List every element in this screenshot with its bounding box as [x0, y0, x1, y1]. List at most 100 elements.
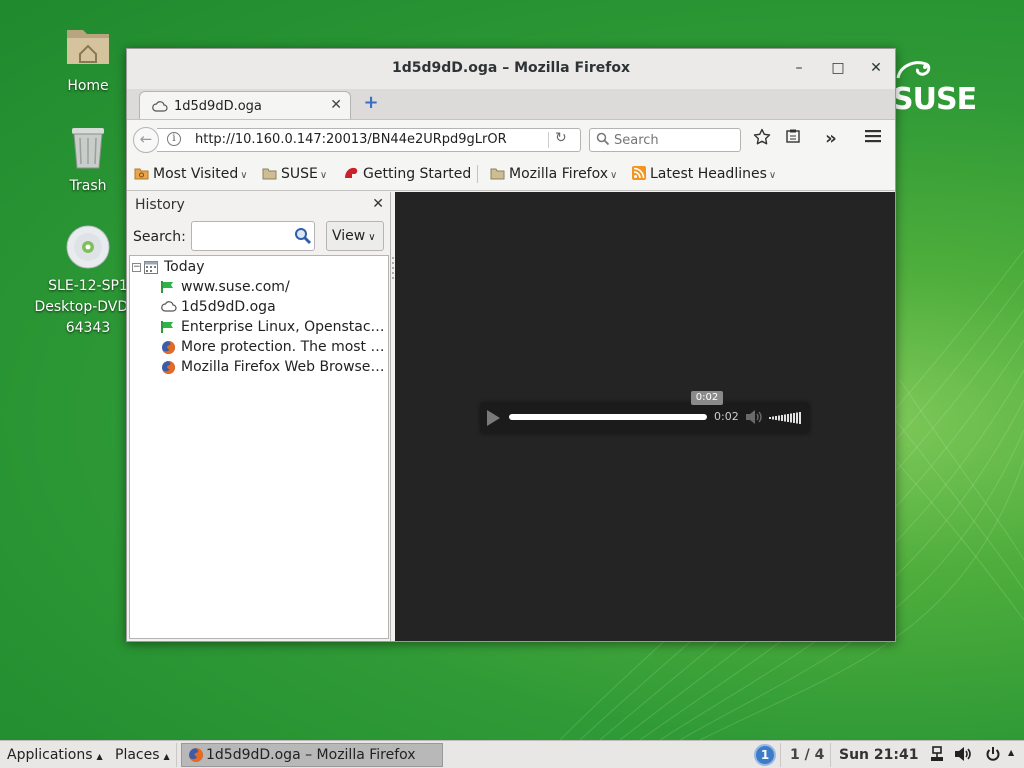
- overflow-button[interactable]: »: [819, 128, 843, 152]
- bookmark-mozilla-firefox[interactable]: Mozilla Firefox ∨: [490, 166, 617, 184]
- history-item[interactable]: Mozilla Firefox Web Browser ...: [130, 358, 388, 378]
- reading-list-button[interactable]: [781, 128, 805, 152]
- hamburger-menu-button[interactable]: [861, 128, 885, 152]
- volume-slider[interactable]: [769, 411, 803, 429]
- history-item-label: Enterprise Linux, Openstack c...: [181, 319, 387, 335]
- back-button[interactable]: ←: [133, 127, 159, 153]
- content-area: 0:02 0:02: [395, 192, 895, 641]
- sidebar-title: History: [135, 197, 185, 213]
- clock[interactable]: Sun 21:41: [839, 747, 918, 763]
- firefox-icon: [161, 360, 176, 378]
- bookmark-suse[interactable]: SUSE ∨: [262, 166, 327, 184]
- tab-close-button[interactable]: ✕: [330, 97, 342, 113]
- bookmark-latest-headlines[interactable]: Latest Headlines ∨: [632, 166, 776, 184]
- suse-logo: SUSE: [892, 58, 982, 118]
- bookmark-separator: [477, 165, 478, 183]
- bookmarks-toolbar: Most Visited ∨ SUSE ∨ Getting Started Mozi…: [127, 157, 895, 191]
- firefox-window: 1d5d9dD.oga – Mozilla Firefox – □ ✕ 1d5d…: [126, 48, 896, 642]
- chevron-down-icon: ∨: [768, 170, 777, 181]
- bookmark-getting-started[interactable]: Getting Started: [343, 166, 471, 184]
- tab-strip: 1d5d9dD.oga ✕ +: [127, 89, 895, 121]
- tree-group-label: Today: [164, 259, 205, 275]
- suse-logo-text: SUSE: [892, 82, 977, 117]
- bookmark-star-button[interactable]: [750, 128, 774, 152]
- search-input[interactable]: [614, 131, 734, 149]
- sidebar-search-input[interactable]: [191, 221, 315, 251]
- new-tab-button[interactable]: +: [361, 94, 381, 114]
- caret-up-icon: ▲: [96, 752, 103, 761]
- power-icon[interactable]: [985, 746, 1001, 766]
- folder-icon: [490, 167, 505, 184]
- places-menu[interactable]: Places ▲: [115, 747, 170, 763]
- history-item-label: More protection. The most pri...: [181, 339, 387, 355]
- bookmark-most-visited[interactable]: Most Visited ∨: [134, 166, 248, 184]
- most-visited-folder-icon: [134, 167, 149, 184]
- audio-player: 0:02 0:02: [481, 391, 809, 433]
- chameleon-icon: [896, 61, 931, 79]
- close-window-button[interactable]: ✕: [864, 57, 888, 81]
- history-item[interactable]: More protection. The most pri...: [130, 338, 388, 358]
- search-icon: [596, 132, 610, 150]
- history-item[interactable]: www.suse.com/: [130, 278, 388, 298]
- search-bar[interactable]: [589, 128, 741, 152]
- suse-chameleon-icon: [161, 320, 176, 338]
- play-button[interactable]: [487, 410, 500, 426]
- network-icon[interactable]: [929, 746, 945, 766]
- bookmark-label: Mozilla Firefox: [509, 166, 609, 182]
- home-folder-icon: [64, 24, 112, 72]
- minimize-button[interactable]: –: [787, 57, 811, 81]
- applications-menu[interactable]: Applications ▲: [7, 747, 103, 763]
- collapse-icon[interactable]: −: [132, 263, 141, 272]
- folder-icon: [262, 167, 277, 184]
- system-menu-caret-icon[interactable]: ▲: [1008, 748, 1014, 757]
- sidebar-close-button[interactable]: ✕: [372, 196, 384, 212]
- firefox-icon: [188, 747, 204, 768]
- volume-icon[interactable]: [954, 746, 972, 766]
- site-info-icon[interactable]: i: [167, 132, 181, 146]
- window-titlebar[interactable]: 1d5d9dD.oga – Mozilla Firefox – □ ✕: [127, 49, 895, 89]
- progress-bar[interactable]: [509, 414, 707, 420]
- tab-label: 1d5d9dD.oga: [174, 99, 262, 114]
- view-menu-button[interactable]: View ∨: [326, 221, 384, 251]
- bookmark-label: Getting Started: [363, 166, 472, 182]
- history-tree: − Today www.suse.com/ 1d5d9dD.oga Enterp…: [129, 255, 389, 639]
- cloud-icon: [161, 300, 177, 316]
- taskbar-divider: [830, 743, 831, 767]
- chevron-down-icon: ∨: [240, 170, 248, 181]
- url-text[interactable]: http://10.160.0.147:20013/BN44e2URpd9gLr…: [195, 132, 507, 147]
- url-bar[interactable]: i http://10.160.0.147:20013/BN44e2URpd9g…: [157, 128, 581, 152]
- star-icon: [753, 128, 771, 145]
- history-item[interactable]: 1d5d9dD.oga: [130, 298, 388, 318]
- maximize-button[interactable]: □: [826, 57, 850, 81]
- menu-icon: [865, 130, 881, 143]
- rss-feed-icon: [632, 166, 646, 184]
- mute-button[interactable]: [745, 409, 763, 429]
- taskbar: Applications ▲ Places ▲ 1d5d9dD.oga – Mozi…: [0, 740, 1024, 768]
- taskbar-window-button[interactable]: 1d5d9dD.oga – Mozilla Firefox: [181, 743, 443, 767]
- suse-chameleon-icon: [161, 280, 176, 298]
- disc-icon: [64, 224, 112, 272]
- workspace-indicator-icon[interactable]: 1: [754, 744, 776, 766]
- navigation-toolbar: i http://10.160.0.147:20013/BN44e2URpd9g…: [127, 119, 895, 157]
- sidebar-search-label: Search:: [133, 229, 186, 245]
- trash-icon: [64, 124, 112, 172]
- chevron-down-icon: ∨: [610, 170, 618, 181]
- cloud-icon: [152, 100, 168, 116]
- window-title: 1d5d9dD.oga – Mozilla Firefox: [392, 60, 630, 76]
- tree-group-today[interactable]: − Today: [130, 258, 388, 278]
- tab-active[interactable]: 1d5d9dD.oga ✕: [139, 91, 351, 121]
- getting-started-icon: [343, 166, 359, 184]
- calendar-icon: [144, 260, 158, 278]
- url-separator: [548, 132, 549, 148]
- view-label: View: [332, 228, 366, 244]
- history-item[interactable]: Enterprise Linux, Openstack c...: [130, 318, 388, 338]
- history-sidebar: History ✕ Search: View ∨ − Today www.suse…: [127, 192, 391, 641]
- taskbar-divider: [176, 743, 177, 767]
- magnifier-icon[interactable]: [294, 227, 312, 249]
- taskbar-divider: [780, 743, 781, 767]
- history-item-label: Mozilla Firefox Web Browser ...: [181, 359, 387, 375]
- chevron-down-icon: ∨: [368, 232, 376, 243]
- back-arrow-icon: ←: [139, 130, 153, 148]
- reload-icon[interactable]: ↻: [555, 130, 567, 146]
- workspace-switcher[interactable]: 1 / 4: [790, 747, 824, 763]
